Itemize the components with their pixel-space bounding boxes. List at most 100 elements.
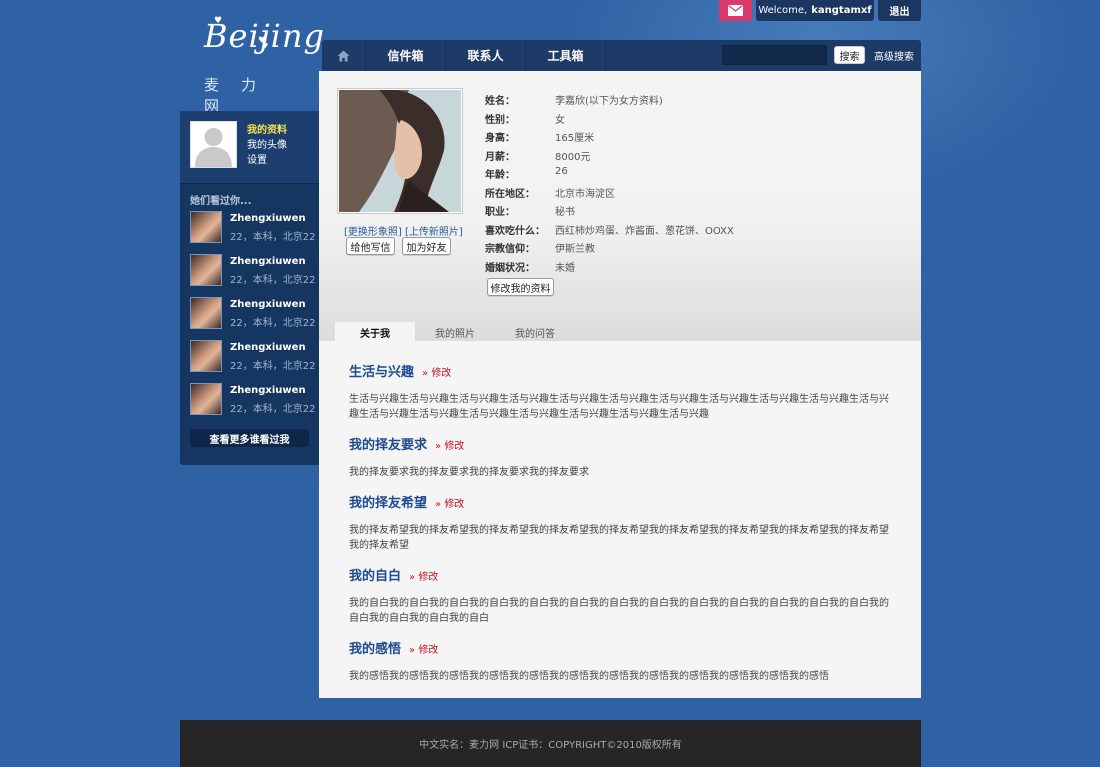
search-button[interactable]: 搜索 <box>834 46 865 64</box>
my-account-box: 我的资料 我的头像 设置 <box>180 111 319 184</box>
sidebar-item-settings[interactable]: 设置 <box>247 153 287 168</box>
section-edit-link[interactable]: » 修改 <box>409 568 438 583</box>
section-title: 生活与兴趣 <box>349 365 415 380</box>
info-label: 性别： <box>485 114 515 126</box>
profile-photo-image <box>339 90 461 212</box>
section-header: 我的择友要求 » 修改 <box>349 434 894 453</box>
info-row: 职业： 秘书 <box>485 203 734 222</box>
tab-about-me[interactable]: 关于我 <box>335 322 415 343</box>
main-nav: 信件箱 联系人 工具箱 搜索 高级搜索 <box>322 40 921 71</box>
avatar[interactable] <box>190 121 237 168</box>
info-value: 26 <box>555 166 568 177</box>
section-title: 我的自白 <box>349 569 402 584</box>
info-value: 165厘米 <box>555 133 595 144</box>
info-row: 宗教信仰： 伊斯兰教 <box>485 240 734 259</box>
viewer-info: 22，本科，北京22... <box>230 361 315 372</box>
section-header: 我的择友希望 » 修改 <box>349 492 894 511</box>
logo[interactable]: Beijing ♥ ♥ ♥ 麦力网 <box>200 16 324 115</box>
info-label: 月薪： <box>485 151 515 163</box>
section-body: 我的感悟我的感悟我的感悟我的感悟我的感悟我的感悟我的感悟我的感悟我的感悟我的感悟… <box>349 671 829 682</box>
section-title: 我的择友希望 <box>349 496 428 511</box>
section-title: 我的择友要求 <box>349 438 428 453</box>
info-label: 姓名： <box>485 96 515 107</box>
edit-profile-button[interactable]: 修改我的资料 <box>487 278 554 296</box>
section-body: 我的自白我的自白我的自白我的自白我的自白我的自白我的自白我的自白我的自白我的自白… <box>349 598 889 624</box>
write-letter-button[interactable]: 给他写信 <box>346 237 395 255</box>
add-friend-button[interactable]: 加为好友 <box>402 237 451 255</box>
section-header: 我的自白 » 修改 <box>349 565 894 584</box>
info-row: 月薪： 8000元 <box>485 148 734 167</box>
account-links: 我的资料 我的头像 设置 <box>247 123 287 168</box>
nav-toolbox[interactable]: 工具箱 <box>526 40 606 71</box>
home-button[interactable] <box>322 40 366 71</box>
viewer-item[interactable]: Zhengxiuwen 22，本科，北京22... <box>190 211 315 245</box>
viewer-item[interactable]: Zhengxiuwen 22，本科，北京22... <box>190 340 315 374</box>
search-input[interactable] <box>722 45 827 65</box>
info-row: 婚姻状况： 未婚 <box>485 259 734 278</box>
tab-my-qa[interactable]: 我的问答 <box>495 322 575 343</box>
info-value: 秘书 <box>555 207 575 218</box>
heart-icon: ♥ <box>262 42 269 50</box>
logout-button[interactable]: 退出 <box>878 0 921 21</box>
section-body: 我的择友希望我的择友希望我的择友希望我的择友希望我的择友希望我的择友希望我的择友… <box>349 525 889 551</box>
viewed-me-heading: 她们看过你... <box>190 196 252 207</box>
about-me-sections: 生活与兴趣 » 修改 生活与兴趣生活与兴趣生活与兴趣生活与兴趣生活与兴趣生活与兴… <box>349 361 894 696</box>
viewer-info: 22，本科，北京22... <box>230 318 315 329</box>
info-value: 伊斯兰教 <box>555 244 595 255</box>
viewer-photo <box>190 254 222 286</box>
viewer-item[interactable]: Zhengxiuwen 22，本科，北京22... <box>190 254 315 288</box>
tab-my-photos[interactable]: 我的照片 <box>415 322 495 343</box>
section-edit-link[interactable]: » 修改 <box>435 437 464 452</box>
info-label: 职业： <box>485 207 515 218</box>
viewer-photo <box>190 340 222 372</box>
info-label: 所在地区： <box>485 188 535 200</box>
info-row: 所在地区： 北京市海淀区 <box>485 185 734 204</box>
nav-contacts[interactable]: 联系人 <box>446 40 526 71</box>
viewer-photo <box>190 211 222 243</box>
info-value: 北京市海淀区 <box>555 188 615 200</box>
info-label: 年龄： <box>485 170 515 181</box>
section-header: 生活与兴趣 » 修改 <box>349 361 894 380</box>
section-edit-link[interactable]: » 修改 <box>435 495 464 510</box>
mail-button[interactable] <box>719 0 752 21</box>
footer: 中文实名：麦力网 ICP证书：COPYRIGHT©2010版权所有 <box>180 720 921 767</box>
sidebar-item-my-profile[interactable]: 我的资料 <box>247 123 287 138</box>
heart-icon: ♥ <box>214 16 223 26</box>
see-more-viewers-button[interactable]: 查看更多谁看过我 <box>190 429 309 447</box>
section-body: 我的择友要求我的择友要求我的择友要求我的择友要求 <box>349 467 589 478</box>
viewer-name: Zhengxiuwen <box>230 342 306 353</box>
info-row: 身高： 165厘米 <box>485 129 734 148</box>
viewer-name: Zhengxiuwen <box>230 213 306 224</box>
home-icon <box>337 50 350 61</box>
welcome-badge: Welcome, kangtamxf <box>756 0 874 21</box>
info-value: 未婚 <box>555 262 575 274</box>
info-value: 8000元 <box>555 151 591 163</box>
section-edit-link[interactable]: » 修改 <box>409 641 438 656</box>
viewer-name: Zhengxiuwen <box>230 299 306 310</box>
sidebar-item-my-avatar[interactable]: 我的头像 <box>247 138 287 153</box>
viewer-name: Zhengxiuwen <box>230 385 306 396</box>
viewer-item[interactable]: Zhengxiuwen 22，本科，北京22... <box>190 383 315 417</box>
profile-tabs: 关于我 我的照片 我的问答 <box>335 322 575 343</box>
info-value: 李嘉欣(以下为女方资料) <box>555 96 663 107</box>
nav-inbox[interactable]: 信件箱 <box>366 40 446 71</box>
viewer-item[interactable]: Zhengxiuwen 22，本科，北京22... <box>190 297 315 331</box>
profile-info-table: 姓名： 李嘉欣(以下为女方资料) 性别： 女 身高： 165厘米 月薪： 800… <box>485 92 734 277</box>
section-header: 我的感悟 » 修改 <box>349 638 894 657</box>
profile-header: [更换形象照] [上传新照片] 给他写信 加为好友 姓名： 李嘉欣(以下为女方资… <box>319 71 921 343</box>
footer-copyright: 中文实名：麦力网 ICP证书：COPYRIGHT©2010版权所有 <box>419 740 682 751</box>
section-edit-link[interactable]: » 修改 <box>422 364 451 379</box>
info-label: 身高： <box>485 133 515 144</box>
viewer-info: 22，本科，北京22... <box>230 275 315 286</box>
photo-links: [更换形象照] [上传新照片] <box>344 223 463 238</box>
main-panel: [更换形象照] [上传新照片] 给他写信 加为好友 姓名： 李嘉欣(以下为女方资… <box>319 71 921 698</box>
sidebar: 我的资料 我的头像 设置 她们看过你... Zhengxiuwen 22，本科，… <box>180 111 319 465</box>
section-body: 生活与兴趣生活与兴趣生活与兴趣生活与兴趣生活与兴趣生活与兴趣生活与兴趣生活与兴趣… <box>349 394 889 420</box>
advanced-search-link[interactable]: 高级搜索 <box>874 48 914 63</box>
viewer-info: 22，本科，北京22... <box>230 232 315 243</box>
profile-photo <box>337 88 463 214</box>
info-row: 姓名： 李嘉欣(以下为女方资料) <box>485 92 734 111</box>
portrait-illustration <box>339 90 461 212</box>
info-value: 西红柿炒鸡蛋、炸酱面、葱花饼、OOXX <box>555 225 734 237</box>
section-title: 我的感悟 <box>349 642 402 657</box>
